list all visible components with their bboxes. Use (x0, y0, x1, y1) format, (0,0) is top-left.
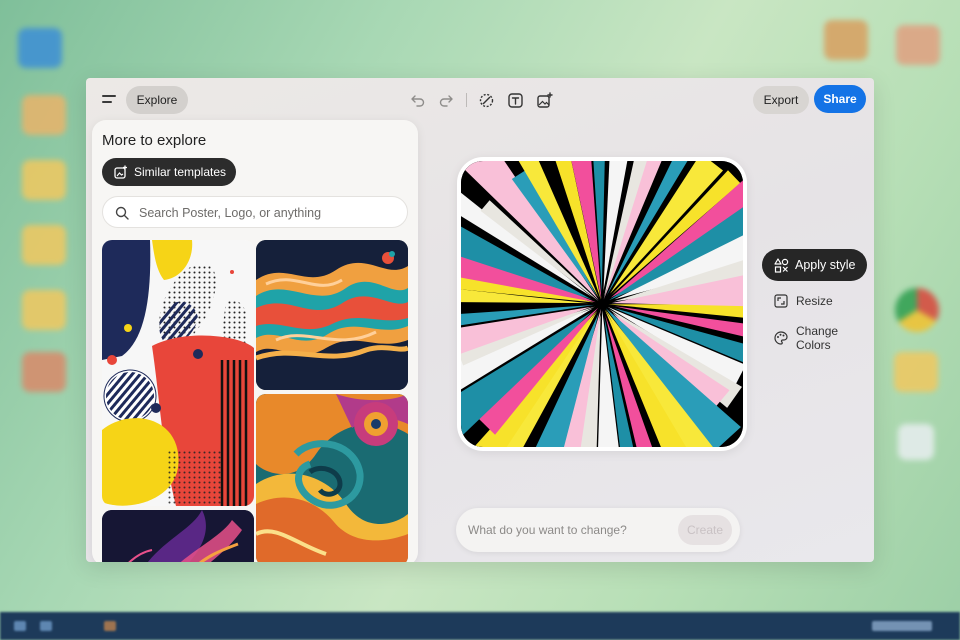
shapes-icon (774, 258, 789, 273)
template-thumbnail[interactable] (102, 240, 254, 506)
palette-icon (774, 331, 788, 345)
canvas-artwork[interactable] (457, 157, 747, 451)
toolbar-divider (466, 93, 467, 107)
resize-icon (774, 294, 788, 308)
similar-templates-label: Similar templates (134, 165, 227, 179)
desktop-folder-icon (894, 352, 938, 392)
desktop-icon (824, 20, 868, 60)
desktop-folder-icon (22, 160, 66, 200)
apply-style-button[interactable]: Apply style (762, 249, 867, 281)
create-button[interactable]: Create (678, 515, 732, 545)
burst-center (597, 299, 607, 309)
apply-style-label: Apply style (795, 258, 856, 272)
desktop-icon (18, 28, 62, 68)
taskbar-icon (40, 621, 52, 631)
desktop-icon (898, 424, 934, 460)
desktop-icon (896, 25, 940, 65)
prompt-input[interactable] (468, 521, 668, 539)
starburst-artwork (461, 161, 743, 447)
share-button[interactable]: Share (814, 85, 866, 113)
panel-title: More to explore (102, 132, 207, 149)
add-image-icon[interactable] (534, 90, 554, 110)
app-window: Explore Export Share More to explore Sim… (86, 78, 874, 562)
templates-icon (114, 165, 127, 179)
desktop-folder-icon (22, 290, 66, 330)
search-icon (115, 206, 129, 220)
taskbar-icon (872, 621, 932, 631)
explore-panel: More to explore Similar templates (92, 120, 418, 562)
prompt-bar: Create (456, 508, 740, 552)
search-field[interactable] (102, 196, 408, 228)
taskbar (0, 612, 960, 640)
desktop-icon (22, 352, 66, 392)
template-thumbnail[interactable] (256, 240, 408, 390)
template-thumbnail[interactable] (102, 510, 254, 562)
taskbar-icon (104, 621, 116, 631)
desktop-icon (22, 95, 66, 135)
text-icon[interactable] (505, 90, 525, 110)
desktop-folder-icon (22, 225, 66, 265)
change-colors-button[interactable]: Change Colors (774, 324, 874, 352)
explore-button[interactable]: Explore (126, 86, 188, 114)
resize-button[interactable]: Resize (774, 291, 833, 311)
resize-label: Resize (796, 294, 833, 308)
template-thumbnail[interactable] (256, 394, 408, 562)
export-button[interactable]: Export (753, 86, 809, 114)
remove-background-icon[interactable] (476, 90, 496, 110)
taskbar-icon (14, 621, 26, 631)
search-input[interactable] (139, 204, 399, 222)
redo-icon[interactable] (436, 90, 456, 110)
similar-templates-button[interactable]: Similar templates (102, 158, 236, 186)
change-colors-label: Change Colors (796, 324, 839, 352)
toolbar: Explore Export Share (86, 78, 874, 122)
chrome-icon (895, 288, 939, 332)
undo-icon[interactable] (408, 90, 428, 110)
menu-icon[interactable] (100, 90, 120, 110)
